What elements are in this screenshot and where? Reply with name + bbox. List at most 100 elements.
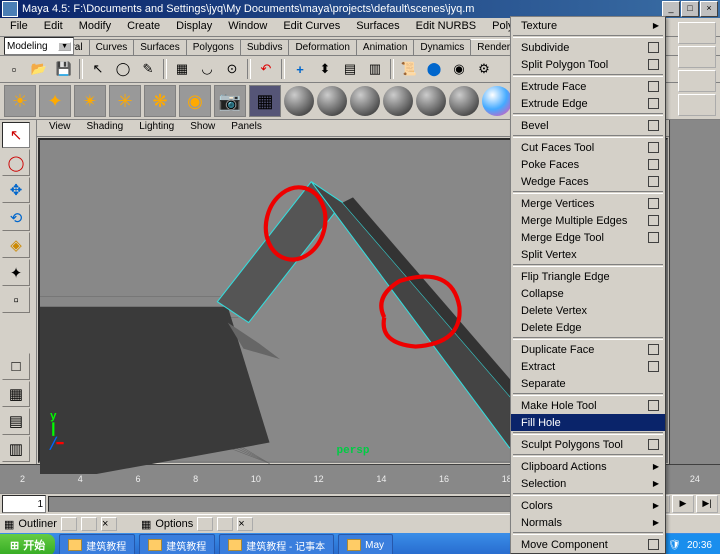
select-tool[interactable]: ↖: [2, 122, 30, 148]
layout-2-icon[interactable]: ▥: [2, 436, 30, 462]
menu-item-normals[interactable]: Normals▶: [511, 514, 665, 531]
menu-item-delete-vertex[interactable]: Delete Vertex: [511, 302, 665, 319]
menu-item-merge-vertices[interactable]: Merge Vertices: [511, 195, 665, 212]
menu-modify[interactable]: Modify: [71, 18, 119, 36]
paint-select-icon[interactable]: ✎: [136, 57, 160, 81]
menu-create[interactable]: Create: [119, 18, 168, 36]
vp-menu-show[interactable]: Show: [182, 120, 223, 136]
camera-icon[interactable]: 📷: [214, 85, 246, 117]
menu-item-move-component[interactable]: Move Component: [511, 536, 665, 553]
menu-item-fill-hole[interactable]: Fill Hole: [511, 414, 665, 431]
render-icon[interactable]: ⬤: [422, 57, 446, 81]
ipr-icon[interactable]: ◉: [447, 57, 471, 81]
hierarchy-icon[interactable]: ⬍: [313, 57, 337, 81]
menu-item-extract[interactable]: Extract: [511, 358, 665, 375]
render-globals-icon[interactable]: ⚙: [472, 57, 496, 81]
close-button[interactable]: ×: [700, 1, 718, 17]
menu-item-collapse[interactable]: Collapse: [511, 285, 665, 302]
mode-selector[interactable]: Modeling: [4, 37, 74, 55]
menu-item-extrude-face[interactable]: Extrude Face: [511, 78, 665, 95]
menu-item-poke-faces[interactable]: Poke Faces: [511, 156, 665, 173]
shelf-tab-dynamics[interactable]: Dynamics: [413, 39, 471, 55]
menu-item-make-hole-tool[interactable]: Make Hole Tool: [511, 397, 665, 414]
minimize-button[interactable]: _: [662, 1, 680, 17]
point-light-icon[interactable]: ✳: [109, 85, 141, 117]
new-scene-icon[interactable]: ▫: [2, 57, 26, 81]
lambert-icon[interactable]: [284, 86, 314, 116]
phong-icon[interactable]: [350, 86, 380, 116]
output-icon[interactable]: ▥: [363, 57, 387, 81]
maximize-button[interactable]: □: [681, 1, 699, 17]
menu-item-wedge-faces[interactable]: Wedge Faces: [511, 173, 665, 190]
shelf-tab-polygons[interactable]: Polygons: [186, 39, 241, 55]
taskbar-task[interactable]: 建筑教程: [139, 534, 215, 554]
manipulator-tool[interactable]: ✦: [2, 259, 30, 285]
last-tool[interactable]: ▫: [2, 287, 30, 313]
menu-item-merge-multiple-edges[interactable]: Merge Multiple Edges: [511, 212, 665, 229]
shelf-tab-surfaces[interactable]: Surfaces: [133, 39, 186, 55]
single-perspective-icon[interactable]: □: [2, 353, 30, 379]
menu-item-cut-faces-tool[interactable]: Cut Faces Tool: [511, 139, 665, 156]
menu-item-separate[interactable]: Separate: [511, 375, 665, 392]
hypershade-icon[interactable]: ▦: [249, 85, 281, 117]
save-icon[interactable]: 💾: [52, 57, 76, 81]
open-icon[interactable]: 📂: [27, 57, 51, 81]
outliner-label[interactable]: Outliner: [18, 518, 57, 530]
menu-item-sculpt-polygons-tool[interactable]: Sculpt Polygons Tool: [511, 436, 665, 453]
range-start-field[interactable]: [2, 495, 46, 513]
ramp-shader-icon[interactable]: [482, 86, 512, 116]
taskbar-task[interactable]: May: [338, 534, 393, 554]
menu-item-subdivide[interactable]: Subdivide: [511, 39, 665, 56]
system-tray[interactable]: 🛡 20:36: [660, 534, 720, 554]
spotlight2-icon[interactable]: ✦: [39, 85, 71, 117]
shelf-tab-animation[interactable]: Animation: [356, 39, 414, 55]
channel-box[interactable]: [669, 120, 720, 464]
taskbar-task[interactable]: 建筑教程 - 记事本: [219, 534, 334, 554]
taskbar-task[interactable]: 建筑教程: [59, 534, 135, 554]
menu-item-duplicate-face[interactable]: Duplicate Face: [511, 341, 665, 358]
menu-item-clipboard-actions[interactable]: Clipboard Actions▶: [511, 458, 665, 475]
vp-menu-lighting[interactable]: Lighting: [131, 120, 182, 136]
menu-surfaces[interactable]: Surfaces: [348, 18, 407, 36]
right-tool-3[interactable]: [678, 70, 716, 92]
vp-menu-panels[interactable]: Panels: [223, 120, 270, 136]
rotate-tool[interactable]: ⟲: [2, 204, 30, 230]
vp-menu-view[interactable]: View: [41, 120, 79, 136]
layered-icon[interactable]: [449, 86, 479, 116]
move-tool[interactable]: ✥: [2, 177, 30, 203]
area-light-icon[interactable]: ◉: [179, 85, 211, 117]
menu-item-bevel[interactable]: Bevel: [511, 117, 665, 134]
plus-icon[interactable]: +: [288, 57, 312, 81]
anisotropic-icon[interactable]: [416, 86, 446, 116]
menu-item-merge-edge-tool[interactable]: Merge Edge Tool: [511, 229, 665, 246]
four-view-icon[interactable]: ▦: [2, 381, 30, 407]
menu-item-flip-triangle-edge[interactable]: Flip Triangle Edge: [511, 268, 665, 285]
ambient-light-icon[interactable]: ❋: [144, 85, 176, 117]
shelf-tab-curves[interactable]: Curves: [89, 39, 135, 55]
menu-edit-nurbs[interactable]: Edit NURBS: [408, 18, 485, 36]
shelf-tab-deformation[interactable]: Deformation: [288, 39, 356, 55]
menu-file[interactable]: File: [2, 18, 36, 36]
right-tool-1[interactable]: [678, 22, 716, 44]
snap-point-icon[interactable]: ⊙: [220, 57, 244, 81]
menu-window[interactable]: Window: [220, 18, 275, 36]
menu-item-selection[interactable]: Selection▶: [511, 475, 665, 492]
layout-1-icon[interactable]: ▤: [2, 408, 30, 434]
menu-edit-curves[interactable]: Edit Curves: [275, 18, 348, 36]
lasso-icon[interactable]: ◯: [111, 57, 135, 81]
menu-item-extrude-edge[interactable]: Extrude Edge: [511, 95, 665, 112]
scale-tool[interactable]: ◈: [2, 232, 30, 258]
blinn-icon[interactable]: [317, 86, 347, 116]
play-back-button[interactable]: ▶: [672, 495, 694, 513]
menu-item-colors[interactable]: Colors▶: [511, 497, 665, 514]
snap-curve-icon[interactable]: ◡: [195, 57, 219, 81]
right-tool-4[interactable]: [678, 94, 716, 116]
spotlight-icon[interactable]: ☀: [4, 85, 36, 117]
vp-menu-shading[interactable]: Shading: [79, 120, 132, 136]
menu-item-delete-edge[interactable]: Delete Edge: [511, 319, 665, 336]
select-icon[interactable]: ↖: [86, 57, 110, 81]
play-fwd-button[interactable]: ▶|: [696, 495, 718, 513]
construction-history-icon[interactable]: 📜: [397, 57, 421, 81]
lasso-tool[interactable]: ◯: [2, 149, 30, 175]
menu-display[interactable]: Display: [168, 18, 220, 36]
